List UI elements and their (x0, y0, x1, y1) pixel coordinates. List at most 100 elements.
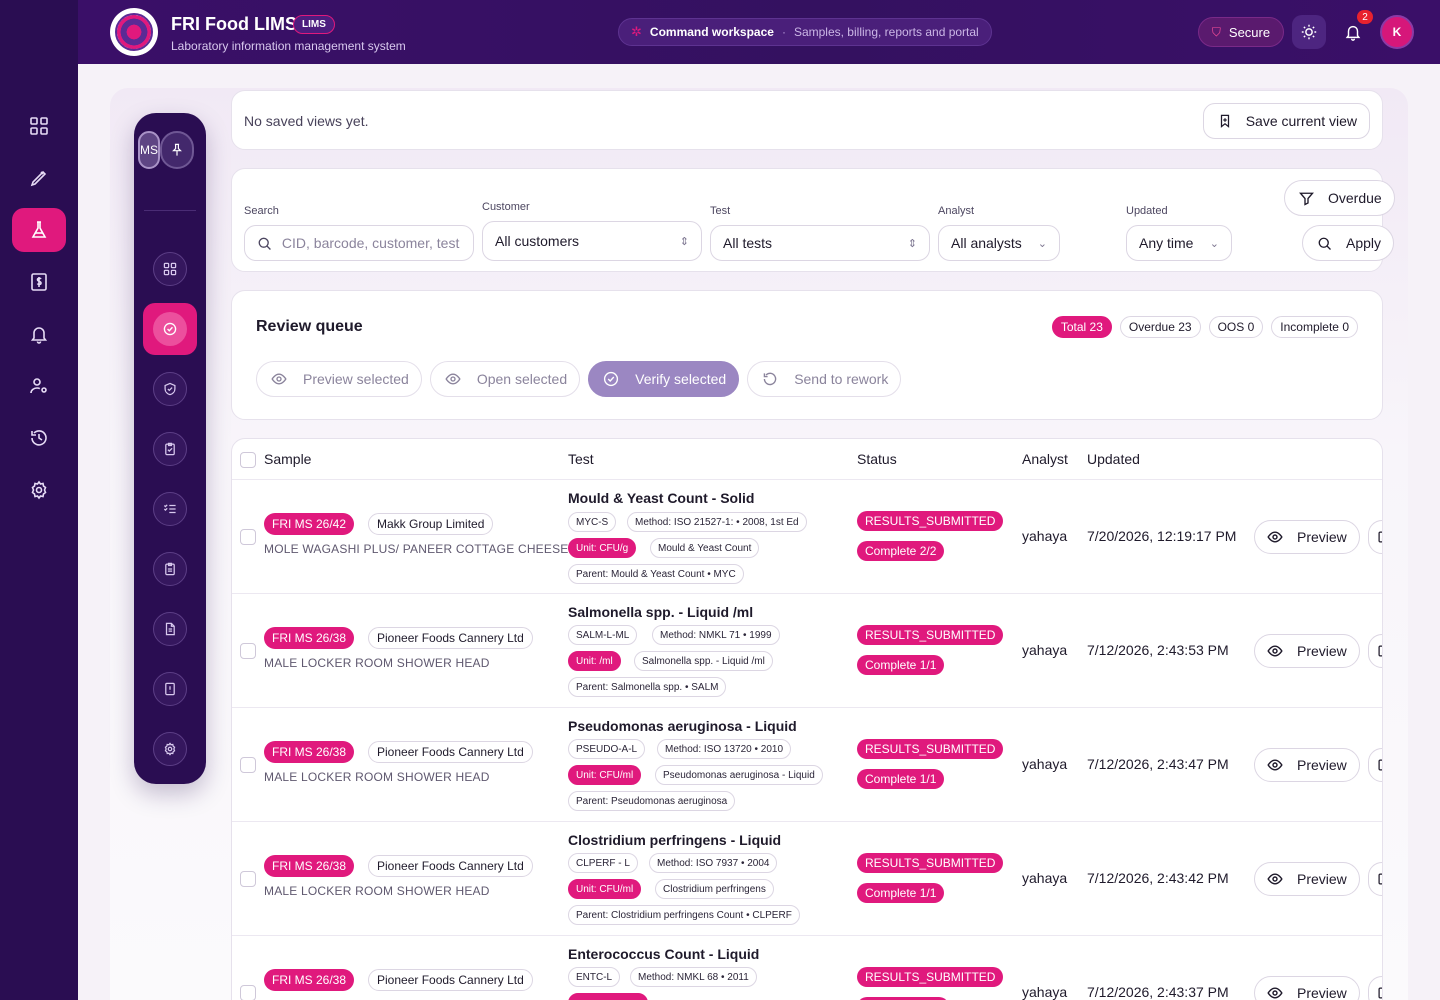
gear-icon[interactable] (12, 468, 66, 512)
column-header-status[interactable]: Status (857, 451, 897, 467)
sample-id-badge[interactable]: FRI MS 26/38 (264, 741, 355, 763)
column-header-test[interactable]: Test (568, 451, 594, 467)
analyst-select[interactable]: All analysts ⌄ (938, 225, 1060, 261)
ms-workspace-pill[interactable]: MS (138, 131, 160, 169)
flask-icon[interactable] (12, 208, 66, 252)
report-alert-icon[interactable] (153, 672, 187, 706)
edit-button[interactable] (1368, 976, 1382, 1000)
bell-icon (1345, 25, 1361, 41)
customer-chip: Pioneer Foods Cannery Ltd (368, 627, 533, 649)
table-row[interactable]: FRI MS 26/38 Pioneer Foods Cannery Ltd E… (232, 936, 1382, 1000)
user-settings-icon[interactable] (12, 364, 66, 408)
edit-icon (1378, 759, 1382, 771)
customer-chip: Pioneer Foods Cannery Ltd (368, 969, 533, 991)
preview-label: Preview (1297, 871, 1347, 887)
save-current-view-button[interactable]: Save current view (1202, 103, 1370, 139)
preview-button[interactable]: Preview (1254, 634, 1360, 668)
row-checkbox[interactable] (240, 643, 256, 659)
parent-chip: Parent: Pseudomonas aeruginosa (568, 791, 736, 811)
row-checkbox[interactable] (240, 871, 256, 887)
test-name: Mould & Yeast Count - Solid (568, 490, 755, 506)
edit-button[interactable] (1368, 634, 1382, 668)
row-checkbox[interactable] (240, 985, 256, 1000)
table-row[interactable]: FRI MS 26/38 Pioneer Foods Cannery Ltd M… (232, 822, 1382, 936)
search-label: Search (244, 205, 279, 217)
test-name: Clostridium perfringens - Liquid (568, 832, 782, 848)
pen-icon[interactable] (12, 156, 66, 200)
open-selected-button[interactable]: Open selected (429, 361, 581, 397)
theme-toggle-button[interactable] (1292, 15, 1326, 49)
preview-button[interactable]: Preview (1254, 520, 1360, 554)
preview-button[interactable]: Preview (1254, 862, 1360, 896)
sample-description: MALE LOCKER ROOM SHOWER HEAD (264, 770, 490, 784)
customer-chip: Pioneer Foods Cannery Ltd (368, 855, 533, 877)
dashboard-icon[interactable] (12, 104, 66, 148)
shield-check-icon[interactable] (153, 372, 187, 406)
apply-label: Apply (1346, 235, 1382, 251)
clipboard-icon[interactable] (153, 552, 187, 586)
list-check-icon[interactable] (153, 492, 187, 526)
updated-select[interactable]: Any time ⌄ (1126, 225, 1232, 261)
analyst-cell: yahaya (1022, 528, 1068, 544)
table-row[interactable]: FRI MS 26/42 Makk Group Limited MOLE WAG… (232, 480, 1382, 594)
edit-button[interactable] (1368, 748, 1382, 782)
bell-icon[interactable] (12, 312, 66, 356)
select-all-checkbox[interactable] (240, 452, 256, 468)
updated-label: Updated (1126, 205, 1168, 217)
grid-icon[interactable] (153, 252, 187, 286)
edit-button[interactable] (1368, 862, 1382, 896)
verify-selected-button[interactable]: Verify selected (588, 361, 740, 397)
sample-id-badge[interactable]: FRI MS 26/38 (264, 627, 355, 649)
overdue-filter-button[interactable]: Overdue (1284, 180, 1395, 216)
apply-button[interactable]: Apply (1302, 225, 1395, 261)
test-name: Pseudomonas aeruginosa - Liquid (568, 718, 797, 734)
method-chip: Method: ISO 13720 • 2010 (657, 739, 792, 759)
test-select[interactable]: All tests ⇕ (710, 225, 930, 261)
incomplete-chip[interactable]: Incomplete 0 (1271, 316, 1358, 338)
preview-button[interactable]: Preview (1254, 976, 1360, 1000)
column-header-analyst[interactable]: Analyst (1022, 451, 1068, 467)
clipboard-check-icon[interactable] (153, 432, 187, 466)
preview-label: Preview (1297, 985, 1347, 1000)
review-nav-item[interactable] (143, 303, 197, 355)
analyte-chip: Clostridium perfringens (655, 879, 774, 899)
column-header-sample[interactable]: Sample (264, 451, 311, 467)
parent-chip: Parent: Mould & Yeast Count • MYC (568, 564, 744, 584)
oos-chip[interactable]: OOS 0 (1208, 316, 1264, 338)
edit-button[interactable] (1368, 520, 1382, 554)
saved-views-bar: No saved views yet. Save current view (231, 90, 1383, 150)
chevron-down-icon: ⌄ (1037, 237, 1047, 250)
eye-icon (1267, 645, 1283, 657)
customer-select[interactable]: All customers ⇕ (482, 221, 702, 261)
row-checkbox[interactable] (240, 529, 256, 545)
row-checkbox[interactable] (240, 757, 256, 773)
preview-label: Preview (1297, 529, 1347, 545)
sidebar-divider (144, 210, 196, 211)
column-header-updated[interactable]: Updated (1087, 451, 1140, 467)
search-input[interactable]: CID, barcode, customer, test (244, 225, 474, 261)
method-chip: Method: NMKL 68 • 2011 (630, 967, 757, 987)
preview-button[interactable]: Preview (1254, 748, 1360, 782)
gear-icon[interactable] (153, 732, 187, 766)
secure-badge[interactable]: ⛉ Secure (1198, 17, 1284, 47)
sample-id-badge[interactable]: FRI MS 26/38 (264, 969, 355, 991)
sample-id-badge[interactable]: FRI MS 26/38 (264, 855, 355, 877)
history-icon[interactable] (12, 416, 66, 460)
document-icon[interactable] (153, 612, 187, 646)
completion-badge: Complete 1/1 (857, 655, 945, 675)
workspace-switcher[interactable]: ✲ Command workspace · Samples, billing, … (618, 18, 992, 46)
table-row[interactable]: FRI MS 26/38 Pioneer Foods Cannery Ltd M… (232, 594, 1382, 708)
sun-icon (1301, 24, 1317, 40)
preview-selected-button[interactable]: Preview selected (256, 361, 422, 397)
edit-icon (1378, 987, 1382, 999)
updated-cell: 7/12/2026, 2:43:47 PM (1087, 756, 1229, 772)
user-avatar[interactable]: K (1380, 15, 1414, 49)
table-row[interactable]: FRI MS 26/38 Pioneer Foods Cannery Ltd M… (232, 708, 1382, 822)
bookmark-icon (1220, 114, 1229, 128)
send-to-rework-button[interactable]: Send to rework (747, 361, 902, 397)
overdue-chip[interactable]: Overdue 23 (1119, 316, 1201, 338)
sample-id-badge[interactable]: FRI MS 26/42 (264, 513, 355, 535)
billing-icon[interactable] (12, 260, 66, 304)
total-chip[interactable]: Total 23 (1051, 316, 1112, 338)
pin-button[interactable] (160, 131, 194, 169)
